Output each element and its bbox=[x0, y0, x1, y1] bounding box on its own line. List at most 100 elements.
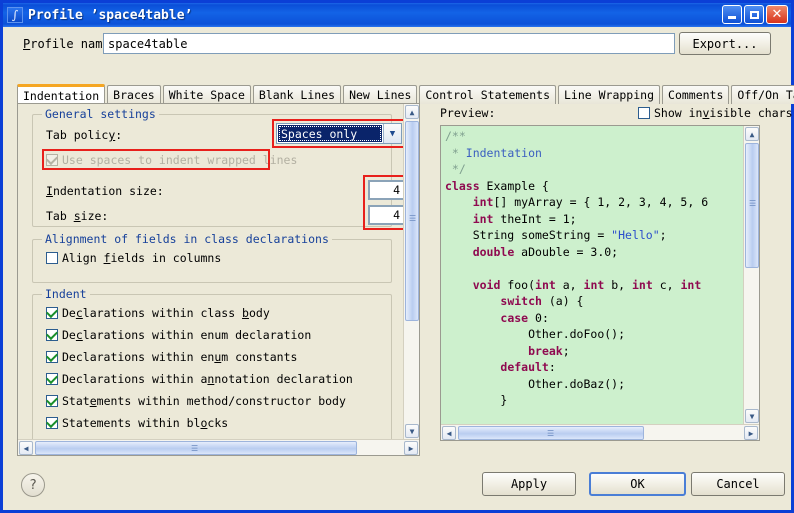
use-spaces-wrapped-lines-checkbox: Use spaces to indent wrapped lines bbox=[46, 153, 297, 167]
settings-horizontal-scrollbar[interactable]: ◀ ☰ ▶ bbox=[18, 439, 419, 455]
tab-policy-label: Tab policy: bbox=[46, 128, 123, 142]
window-title: Profile ’space4table’ bbox=[28, 7, 193, 23]
scroll-thumb[interactable]: ☰ bbox=[745, 143, 759, 268]
scroll-up-button[interactable]: ▲ bbox=[745, 127, 759, 141]
tab-label: White Space bbox=[168, 88, 245, 102]
indent-item-method-body[interactable]: Statements within method/constructor bod… bbox=[46, 394, 346, 408]
cancel-button-label: Cancel bbox=[716, 477, 760, 491]
checkbox-icon bbox=[46, 307, 58, 319]
checkbox-icon bbox=[46, 154, 58, 166]
scroll-down-button[interactable]: ▼ bbox=[745, 409, 759, 423]
tab-strip: Indentation Braces White Space Blank Lin… bbox=[17, 84, 794, 104]
scroll-right-button[interactable]: ▶ bbox=[404, 441, 418, 455]
scroll-thumb[interactable]: ☰ bbox=[405, 121, 419, 321]
indentation-settings-panel: General settings Tab policy: Spaces only… bbox=[17, 103, 420, 456]
tab-white-space[interactable]: White Space bbox=[162, 85, 251, 104]
checkbox-icon bbox=[46, 351, 58, 363]
tab-label: Off/On Tags bbox=[737, 88, 794, 102]
profile-dialog-window: ∫ Profile ’space4table’ ✕ Profile name: … bbox=[0, 0, 794, 513]
tab-content-area: General settings Tab policy: Spaces only… bbox=[17, 103, 793, 456]
general-settings-title: General settings bbox=[42, 107, 159, 121]
profile-name-input[interactable] bbox=[103, 33, 675, 54]
tab-size-input[interactable]: 4 bbox=[368, 205, 403, 225]
align-fields-label: Align fields in columns bbox=[62, 251, 222, 265]
profile-name-row: Profile name: Export... bbox=[3, 27, 791, 61]
indent-group-title: Indent bbox=[42, 287, 90, 301]
indent-item-annotation-declaration[interactable]: Declarations within annotation declarati… bbox=[46, 372, 353, 386]
minimize-icon bbox=[728, 16, 736, 19]
indent-item-label: Declarations within enum declaration bbox=[62, 328, 312, 342]
checkbox-icon bbox=[638, 107, 650, 119]
align-fields-checkbox[interactable]: Align fields in columns bbox=[46, 251, 221, 265]
use-spaces-wrapped-lines-label: Use spaces to indent wrapped lines bbox=[62, 153, 298, 167]
preview-horizontal-scrollbar[interactable]: ◀ ☰ ▶ bbox=[441, 424, 759, 440]
ok-button[interactable]: OK bbox=[589, 472, 686, 496]
tab-new-lines[interactable]: New Lines bbox=[343, 85, 418, 104]
preview-label: Preview: bbox=[440, 106, 496, 120]
checkbox-icon bbox=[46, 395, 58, 407]
preview-panel: Preview: Show invisible chars /** * Inde… bbox=[438, 103, 793, 456]
indent-item-enum-declaration[interactable]: Declarations within enum declaration bbox=[46, 328, 311, 342]
indentation-size-label: Indentation size: bbox=[46, 184, 164, 198]
scroll-thumb[interactable]: ☰ bbox=[458, 426, 644, 440]
tab-braces[interactable]: Braces bbox=[107, 85, 161, 104]
scroll-left-button[interactable]: ◀ bbox=[442, 426, 456, 440]
preview-code-box[interactable]: /** * Indentation */ class Example { int… bbox=[440, 125, 760, 441]
indent-item-label: Statements within method/constructor bod… bbox=[62, 394, 346, 408]
scroll-right-button[interactable]: ▶ bbox=[744, 426, 758, 440]
checkbox-icon bbox=[46, 417, 58, 429]
indent-item-label: Declarations within annotation declarati… bbox=[62, 372, 353, 386]
maximize-button[interactable] bbox=[744, 5, 764, 24]
indent-item-label: Statements within blocks bbox=[62, 416, 229, 430]
show-invisible-chars-checkbox[interactable]: Show invisible chars bbox=[638, 106, 793, 120]
indent-item-label: Declarations within enum constants bbox=[62, 350, 298, 364]
tab-label: Control Statements bbox=[425, 88, 550, 102]
close-button[interactable]: ✕ bbox=[766, 5, 788, 24]
export-button-label: Export... bbox=[692, 36, 758, 51]
minimize-button[interactable] bbox=[722, 5, 742, 24]
preview-code: /** * Indentation */ class Example { int… bbox=[445, 129, 709, 407]
tab-blank-lines[interactable]: Blank Lines bbox=[252, 85, 342, 104]
indent-item-class-body[interactable]: Declarations within class body bbox=[46, 306, 270, 320]
help-label: ? bbox=[29, 477, 37, 493]
tab-off-on-tags[interactable]: Off/On Tags bbox=[731, 85, 794, 104]
tab-label: Line Wrapping bbox=[564, 88, 655, 102]
preview-vertical-scrollbar[interactable]: ▲ ☰ ▼ bbox=[743, 126, 759, 424]
settings-scroll-content: General settings Tab policy: Spaces only… bbox=[18, 104, 403, 441]
alignment-group-title: Alignment of fields in class declaration… bbox=[42, 232, 332, 246]
tab-policy-dropdown[interactable]: Spaces only ▼ bbox=[276, 123, 402, 144]
chevron-down-icon: ▼ bbox=[383, 124, 401, 143]
tab-label: Indentation bbox=[23, 88, 100, 103]
tab-policy-value: Spaces only bbox=[278, 125, 382, 142]
settings-vertical-scrollbar[interactable]: ▲ ☰ ▼ bbox=[403, 104, 419, 439]
window-controls: ✕ bbox=[722, 5, 788, 24]
checkbox-icon bbox=[46, 373, 58, 385]
help-icon[interactable]: ? bbox=[21, 473, 45, 497]
scroll-down-button[interactable]: ▼ bbox=[405, 424, 419, 438]
tab-control-statements[interactable]: Control Statements bbox=[419, 85, 556, 104]
maximize-icon bbox=[749, 10, 759, 19]
tab-label: Braces bbox=[113, 88, 155, 102]
indent-item-enum-constants[interactable]: Declarations within enum constants bbox=[46, 350, 297, 364]
tab-line-wrapping[interactable]: Line Wrapping bbox=[558, 85, 661, 104]
indentation-size-input[interactable]: 4 bbox=[368, 180, 403, 200]
checkbox-icon bbox=[46, 329, 58, 341]
tab-size-label: Tab size: bbox=[46, 209, 109, 223]
tab-comments[interactable]: Comments bbox=[662, 85, 730, 104]
scroll-left-button[interactable]: ◀ bbox=[19, 441, 33, 455]
export-button[interactable]: Export... bbox=[679, 32, 771, 55]
tab-indentation[interactable]: Indentation bbox=[17, 84, 106, 104]
show-invisible-chars-label: Show invisible chars bbox=[654, 106, 793, 120]
scroll-up-button[interactable]: ▲ bbox=[405, 105, 419, 119]
ok-button-label: OK bbox=[630, 477, 645, 491]
scroll-thumb[interactable]: ☰ bbox=[35, 441, 357, 455]
indent-item-label: Declarations within class body bbox=[62, 306, 270, 320]
cancel-button[interactable]: Cancel bbox=[691, 472, 785, 496]
checkbox-icon bbox=[46, 252, 58, 264]
profile-icon: ∫ bbox=[7, 7, 23, 23]
tab-label: Comments bbox=[668, 88, 724, 102]
indent-item-blocks[interactable]: Statements within blocks bbox=[46, 416, 228, 430]
dialog-footer: ? Apply OK Cancel bbox=[3, 463, 791, 510]
title-bar: ∫ Profile ’space4table’ ✕ bbox=[3, 3, 791, 27]
apply-button[interactable]: Apply bbox=[482, 472, 576, 496]
